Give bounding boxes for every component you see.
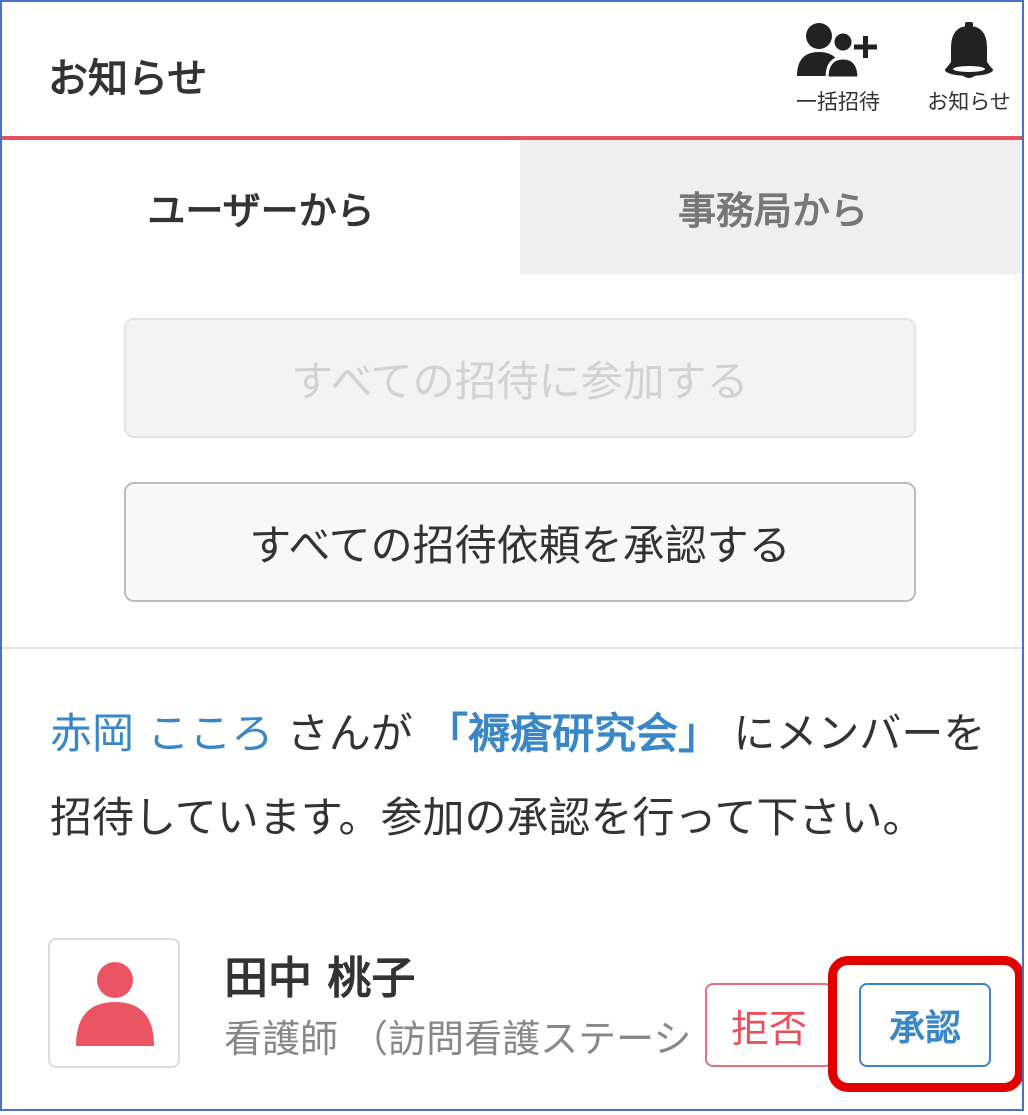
reject-button[interactable]: 拒否 <box>705 983 833 1067</box>
add-users-icon <box>784 20 892 82</box>
bell-icon <box>916 20 1022 82</box>
tab-from-office[interactable]: 事務局から <box>520 140 1022 274</box>
tab-bar: ユーザーから 事務局から <box>2 140 1022 274</box>
notifications-button[interactable]: お知らせ <box>916 20 1022 130</box>
bulk-invite-label: 一括招待 <box>796 90 880 114</box>
inviter-name-link[interactable]: 赤岡 こころ <box>50 709 273 758</box>
invitation-message: 赤岡 こころ さんが 「褥瘡研究会」 にメンバーを招待しています。参加の承認を行… <box>50 692 990 860</box>
tab-from-users[interactable]: ユーザーから <box>2 140 520 274</box>
invitee-name: 田中 桃子 <box>224 953 416 1004</box>
page-title: お知らせ <box>48 56 208 102</box>
header-bar: お知らせ 一括招待 お知らせ <box>2 2 1022 140</box>
avatar <box>48 938 180 1068</box>
invitee-role: 看護師 （訪問看護ステーション <box>224 1017 694 1061</box>
notification-panel: お知らせ 一括招待 お知らせ ユーザーから 事務局から すべての招待に参加する … <box>0 0 1024 1111</box>
divider <box>2 647 1022 649</box>
bulk-invite-button[interactable]: 一括招待 <box>784 20 892 130</box>
approve-all-requests-button[interactable]: すべての招待依頼を承認する <box>124 482 916 602</box>
group-name-link[interactable]: 「褥瘡研究会」 <box>426 709 720 758</box>
notifications-label: お知らせ <box>927 90 1011 114</box>
message-text-1: さんが <box>273 709 427 758</box>
accept-button[interactable]: 承認 <box>859 983 991 1067</box>
join-all-invitations-button[interactable]: すべての招待に参加する <box>124 318 916 438</box>
